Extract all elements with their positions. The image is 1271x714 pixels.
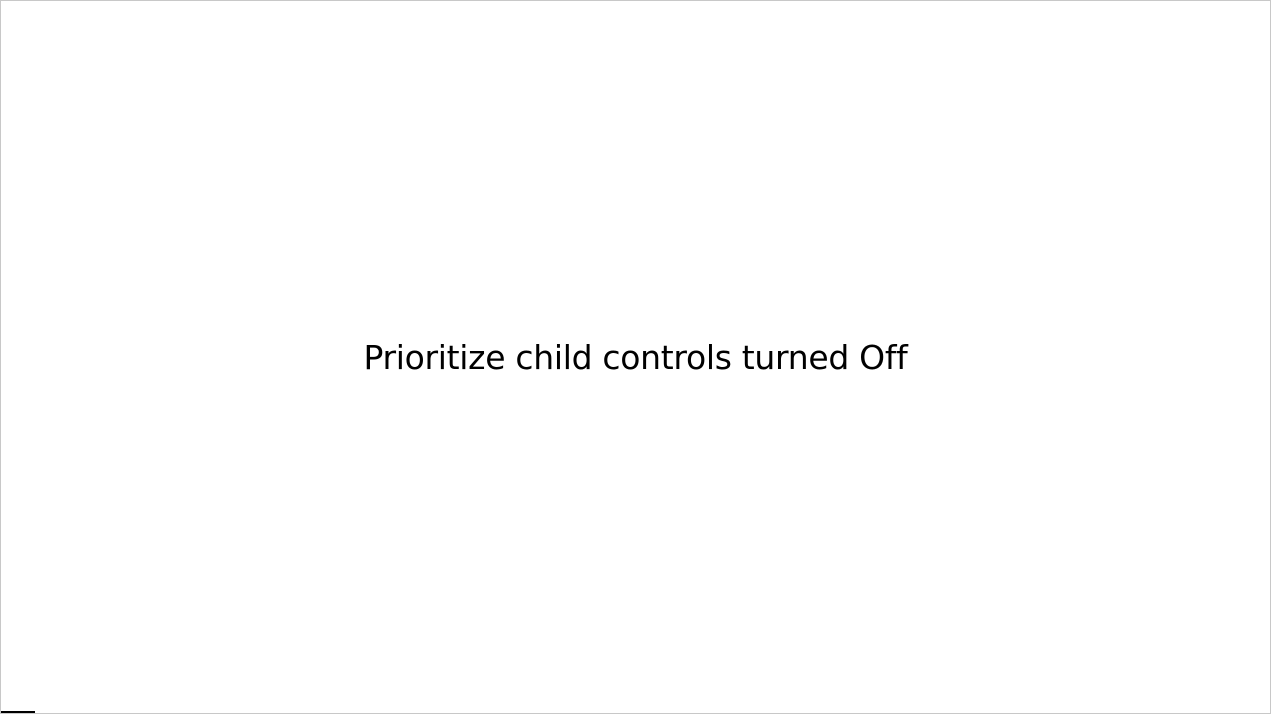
- message-container: Prioritize child controls turned Off: [1, 1, 1270, 713]
- app-window: Prioritize child controls turned Off: [0, 0, 1271, 714]
- corner-indicator: [1, 711, 35, 713]
- status-message: Prioritize child controls turned Off: [363, 337, 908, 377]
